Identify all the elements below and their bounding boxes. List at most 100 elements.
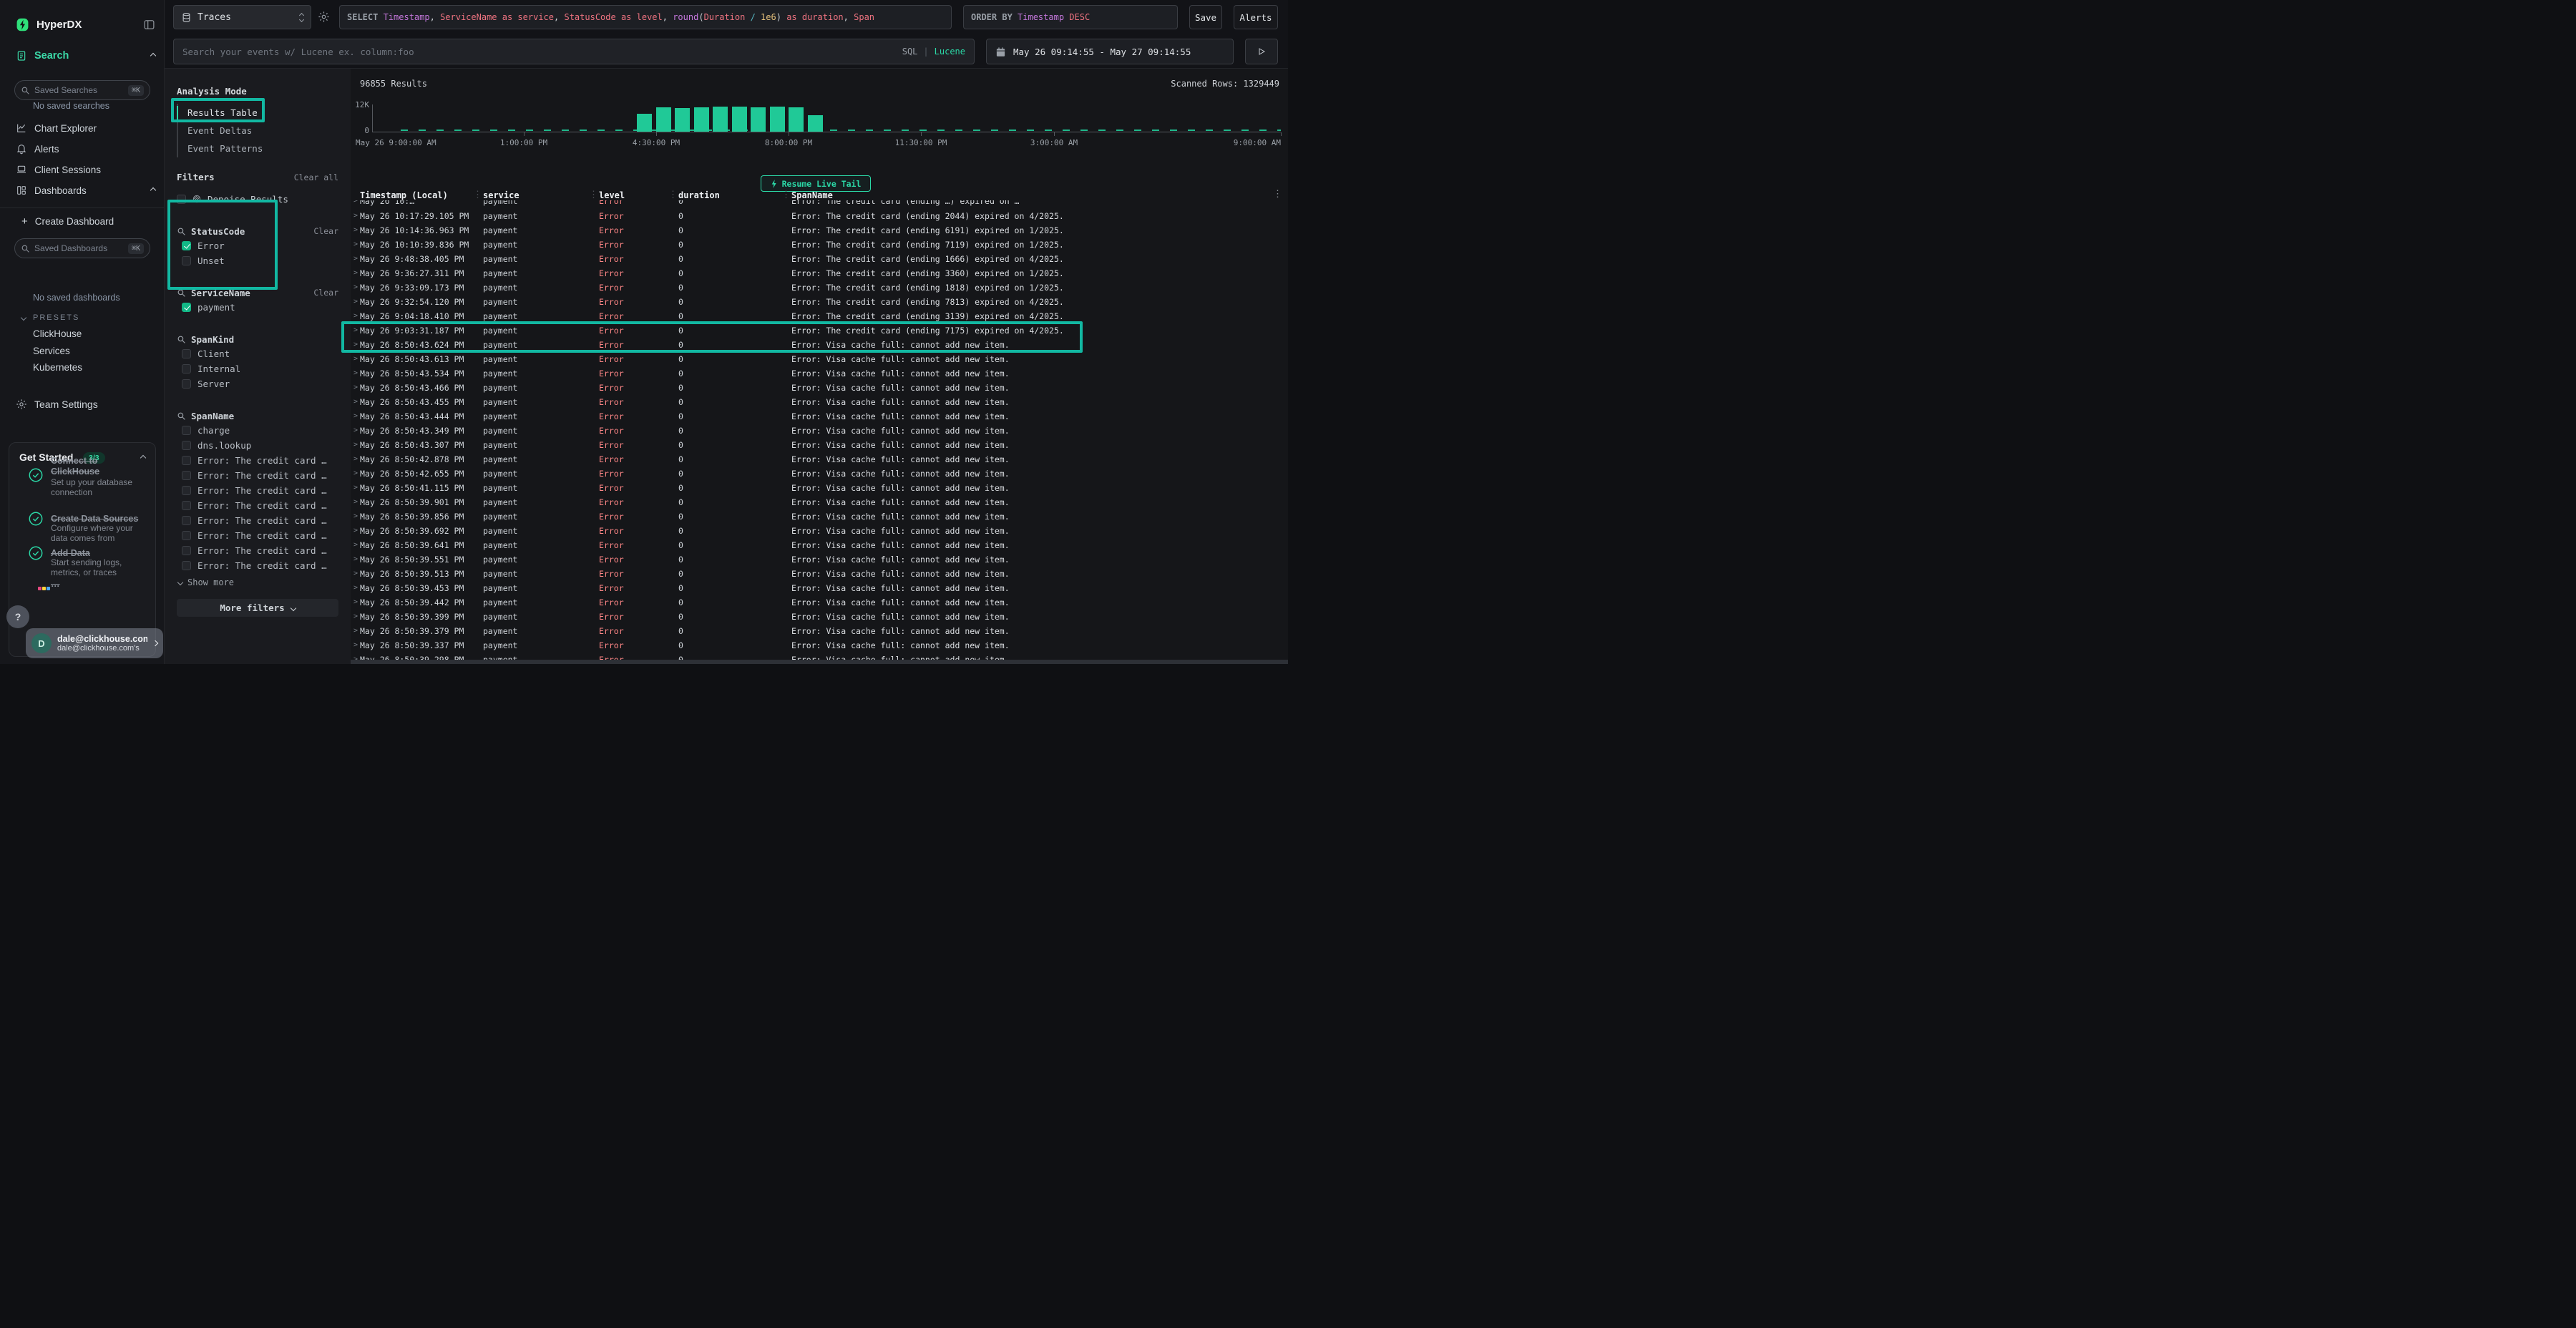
table-row[interactable]: >May 26 9:36:27.311 PMpaymentError0Error… xyxy=(351,266,1288,280)
filter-option-error-the-credit-card-[interactable]: Error: The credit card … xyxy=(177,528,338,543)
row-expand-chevron-icon[interactable]: > xyxy=(353,398,358,406)
row-expand-chevron-icon[interactable]: > xyxy=(353,369,358,377)
checkbox[interactable] xyxy=(182,456,191,465)
filter-option-payment[interactable]: payment xyxy=(177,300,338,315)
filter-option-error[interactable]: Error xyxy=(177,238,338,253)
table-row[interactable]: >May 26 10:14:36.963 PMpaymentError0Erro… xyxy=(351,223,1288,238)
table-row[interactable]: >May 26 8:50:42.655 PMpaymentError0Error… xyxy=(351,467,1288,481)
row-expand-chevron-icon[interactable]: > xyxy=(353,283,358,291)
row-expand-chevron-icon[interactable]: > xyxy=(353,555,358,563)
filter-option-client[interactable]: Client xyxy=(177,346,338,361)
search-icon[interactable] xyxy=(177,227,186,236)
row-expand-chevron-icon[interactable]: > xyxy=(353,269,358,277)
clear-all-button[interactable]: Clear all xyxy=(294,172,338,182)
saved-dashboards-field[interactable] xyxy=(34,243,124,253)
filter-option-dns-lookup[interactable]: dns.lookup xyxy=(177,438,338,453)
filter-option-server[interactable]: Server xyxy=(177,376,338,391)
filter-option-error-the-credit-card-[interactable]: Error: The credit card … xyxy=(177,483,338,498)
kebab-menu-icon[interactable]: ⋮ xyxy=(1273,189,1282,200)
more-filters-button[interactable]: More filters xyxy=(177,599,338,617)
checkbox[interactable] xyxy=(182,379,191,389)
row-expand-chevron-icon[interactable]: > xyxy=(353,498,358,506)
table-row[interactable]: >May 26 8:50:43.349 PMpaymentError0Error… xyxy=(351,424,1288,438)
table-row[interactable]: >May 26 9:48:38.405 PMpaymentError0Error… xyxy=(351,252,1288,266)
column-separator-icon[interactable]: ⋮ xyxy=(781,190,791,200)
row-expand-chevron-icon[interactable]: > xyxy=(353,326,358,334)
row-expand-chevron-icon[interactable]: > xyxy=(353,627,358,635)
table-row-clipped[interactable]: >May 26 10:…paymentError0Error: The cred… xyxy=(351,200,1288,208)
table-row[interactable]: >May 26 8:50:39.399 PMpaymentError0Error… xyxy=(351,610,1288,624)
filter-clear-button[interactable]: Clear xyxy=(313,288,338,298)
row-expand-chevron-icon[interactable]: > xyxy=(353,612,358,620)
event-search-bar[interactable]: SQL | Lucene xyxy=(173,39,975,64)
user-chip[interactable]: D dale@clickhouse.com dale@clickhouse.co… xyxy=(26,628,163,658)
source-select[interactable]: Traces xyxy=(173,5,311,29)
event-search-input[interactable] xyxy=(182,47,902,57)
histogram-bar[interactable] xyxy=(694,107,709,132)
histogram-bar[interactable] xyxy=(770,107,785,132)
denoise-results-toggle[interactable]: Denoise Results xyxy=(177,191,338,207)
row-expand-chevron-icon[interactable]: > xyxy=(353,598,358,606)
histogram-bar[interactable] xyxy=(675,108,690,132)
row-expand-chevron-icon[interactable]: > xyxy=(353,355,358,363)
row-expand-chevron-icon[interactable]: > xyxy=(353,312,358,320)
histogram-bar[interactable] xyxy=(751,107,766,132)
table-row[interactable]: >May 26 8:50:39.453 PMpaymentError0Error… xyxy=(351,581,1288,595)
help-button[interactable]: ? xyxy=(6,605,29,628)
histogram-bar[interactable] xyxy=(789,107,804,132)
column-separator-icon[interactable]: ⋮ xyxy=(473,190,482,200)
checkbox[interactable] xyxy=(182,516,191,525)
run-query-button[interactable] xyxy=(1245,39,1278,64)
column-separator-icon[interactable]: ⋮ xyxy=(589,190,598,200)
sidebar-item-client-sessions[interactable]: Client Sessions xyxy=(16,162,155,177)
search-icon[interactable] xyxy=(177,288,186,298)
row-expand-chevron-icon[interactable]: > xyxy=(353,584,358,592)
row-expand-chevron-icon[interactable]: > xyxy=(353,484,358,492)
search-icon[interactable] xyxy=(177,411,186,421)
row-expand-chevron-icon[interactable]: > xyxy=(353,541,358,549)
checkbox[interactable] xyxy=(182,486,191,495)
sql-orderby-editor[interactable]: ORDER BY Timestamp DESC xyxy=(963,5,1178,29)
checkbox[interactable] xyxy=(182,241,191,250)
filter-option-error-the-credit-card-[interactable]: Error: The credit card … xyxy=(177,558,338,573)
table-row[interactable]: >May 26 8:50:39.442 PMpaymentError0Error… xyxy=(351,595,1288,610)
histogram-bar[interactable] xyxy=(713,107,728,132)
analysis-mode-results-table[interactable]: Results Table xyxy=(178,104,338,122)
filter-option-internal[interactable]: Internal xyxy=(177,361,338,376)
filter-option-error-the-credit-card-[interactable]: Error: The credit card … xyxy=(177,543,338,558)
create-dashboard-button[interactable]: + Create Dashboard xyxy=(21,213,155,229)
column-header-timestamp-local-[interactable]: Timestamp (Local) xyxy=(360,190,448,200)
sidebar-item-search[interactable]: Search xyxy=(16,47,155,64)
date-range-picker[interactable]: May 26 09:14:55 - May 27 09:14:55 xyxy=(986,39,1234,64)
histogram-bar[interactable] xyxy=(656,107,671,132)
table-row[interactable]: >May 26 9:04:18.410 PMpaymentError0Error… xyxy=(351,309,1288,323)
save-button[interactable]: Save xyxy=(1189,5,1222,29)
checkbox[interactable] xyxy=(182,364,191,374)
horizontal-scrollbar[interactable] xyxy=(351,660,1288,664)
table-row[interactable]: >May 26 8:50:43.307 PMpaymentError0Error… xyxy=(351,438,1288,452)
analysis-mode-event-deltas[interactable]: Event Deltas xyxy=(178,122,338,140)
row-expand-chevron-icon[interactable]: > xyxy=(353,200,358,205)
row-expand-chevron-icon[interactable]: > xyxy=(353,570,358,577)
column-separator-icon[interactable]: ⋮ xyxy=(668,190,678,200)
table-row[interactable]: >May 26 9:32:54.120 PMpaymentError0Error… xyxy=(351,295,1288,309)
search-icon[interactable] xyxy=(177,335,186,344)
filter-option-error-the-credit-card-[interactable]: Error: The credit card … xyxy=(177,453,338,468)
row-expand-chevron-icon[interactable]: > xyxy=(353,426,358,434)
histogram-bar[interactable] xyxy=(637,114,652,132)
table-row[interactable]: >May 26 10:17:29.105 PMpaymentError0Erro… xyxy=(351,209,1288,223)
sidebar-collapse-icon[interactable] xyxy=(143,19,155,31)
table-row[interactable]: >May 26 9:03:31.187 PMpaymentError0Error… xyxy=(351,323,1288,338)
checkbox[interactable] xyxy=(182,501,191,510)
preset-clickhouse[interactable]: ClickHouse xyxy=(33,328,82,339)
checkbox[interactable] xyxy=(182,303,191,312)
presets-toggle[interactable]: PRESETS xyxy=(21,311,155,324)
denoise-checkbox[interactable] xyxy=(177,195,186,204)
query-settings-gear-icon[interactable] xyxy=(318,11,330,23)
checkbox[interactable] xyxy=(182,531,191,540)
saved-searches-input[interactable]: ⌘K xyxy=(14,80,150,100)
row-expand-chevron-icon[interactable]: > xyxy=(353,455,358,463)
row-expand-chevron-icon[interactable]: > xyxy=(353,512,358,520)
row-expand-chevron-icon[interactable]: > xyxy=(353,412,358,420)
checkbox[interactable] xyxy=(182,471,191,480)
